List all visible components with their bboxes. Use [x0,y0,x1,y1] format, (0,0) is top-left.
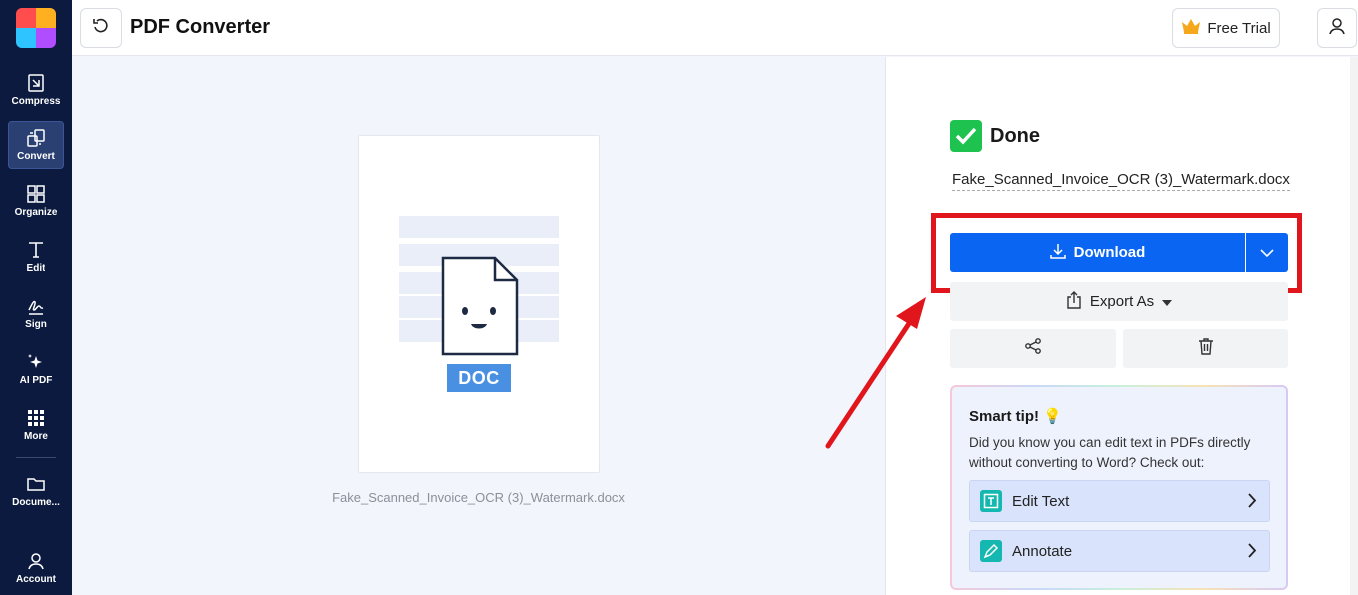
sparkle-icon [25,351,47,373]
sidebar-item-label: AI PDF [19,375,53,386]
app-logo[interactable] [16,8,56,48]
share-icon [1024,337,1042,360]
sidebar-item-label: Organize [14,207,58,218]
export-label: Export As [1089,293,1155,310]
header: PDF Converter Free Trial [72,0,1358,56]
sidebar-item-label: Sign [25,319,47,330]
pen-icon [980,540,1002,562]
sidebar-item-label: Convert [17,151,55,162]
chevron-right-icon [1248,543,1257,562]
sidebar-item-more[interactable]: More [8,401,64,449]
free-trial-button[interactable]: Free Trial [1172,8,1280,48]
annotate-label: Annotate [1012,542,1073,560]
status-label: Done [990,124,1040,147]
chevron-right-icon [1248,493,1257,512]
delete-button[interactable] [1123,329,1288,368]
sidebar-item-label: Docume... [12,497,60,508]
sidebar-item-label: More [24,431,48,442]
check-icon [950,120,982,152]
sidebar-item-edit[interactable]: Edit [8,233,64,281]
smart-tip-title: Smart tip! 💡 [969,408,1062,425]
crown-icon [1181,18,1201,38]
edit-text-label: Edit Text [1012,492,1070,510]
user-profile-button[interactable] [1317,8,1357,48]
sidebar-item-label: Account [16,574,56,585]
result-panel: Done Fake_Scanned_Invoice_OCR (3)_Waterm… [885,57,1358,595]
signature-icon [25,295,47,317]
edit-text-icon [980,490,1002,512]
share-button[interactable] [950,329,1116,368]
smart-tip-card: Smart tip! 💡 Did you know you can edit t… [950,385,1288,590]
trash-icon [1198,337,1214,360]
sidebar-item-sign[interactable]: Sign [8,289,64,337]
export-icon [1066,290,1082,313]
sidebar-item-organize[interactable]: Organize [8,177,64,225]
doc-line [399,216,559,238]
preview-area: DOC Fake_Scanned_Invoice_OCR (3)_Waterma… [72,57,885,595]
convert-icon [25,127,47,149]
user-icon [1327,16,1347,41]
text-edit-icon [25,239,47,261]
free-trial-label: Free Trial [1207,19,1271,37]
file-caption: Fake_Scanned_Invoice_OCR (3)_Watermark.d… [332,490,625,505]
scrollbar[interactable] [1350,57,1358,595]
organize-icon [25,183,47,205]
sidebar-item-label: Compress [11,96,61,107]
lightbulb-icon: 💡 [1043,408,1062,425]
undo-icon [92,17,110,40]
sidebar-item-documents[interactable]: Docume... [8,467,64,515]
grid-dots-icon [25,407,47,429]
compress-icon [25,72,47,94]
sidebar-item-convert[interactable]: Convert [8,121,64,169]
user-icon [25,550,47,572]
smiling-document-icon [441,256,519,361]
sidebar: Compress Convert Organize Edit Sign AI P… [0,0,72,595]
annotate-action[interactable]: Annotate [969,530,1270,572]
sidebar-item-compress[interactable]: Compress [8,66,64,114]
page-title: PDF Converter [130,16,271,38]
edit-text-action[interactable]: Edit Text [969,480,1270,522]
document-thumbnail[interactable]: DOC [358,135,600,473]
file-type-badge: DOC [447,364,511,392]
sidebar-item-label: Edit [26,263,46,274]
export-as-button[interactable]: Export As [950,282,1288,321]
sidebar-item-ai-pdf[interactable]: AI PDF [8,345,64,393]
sidebar-item-account[interactable]: Account [8,544,64,592]
folder-icon [25,473,47,495]
status-row: Done [950,120,1040,152]
sidebar-divider [16,457,56,458]
smart-tip-text: Did you know you can edit text in PDFs d… [969,435,1251,470]
caret-down-icon [1162,293,1173,310]
back-button[interactable] [80,8,122,48]
output-filename[interactable]: Fake_Scanned_Invoice_OCR (3)_Watermark.d… [952,171,1290,191]
highlight-annotation-box [931,213,1302,293]
